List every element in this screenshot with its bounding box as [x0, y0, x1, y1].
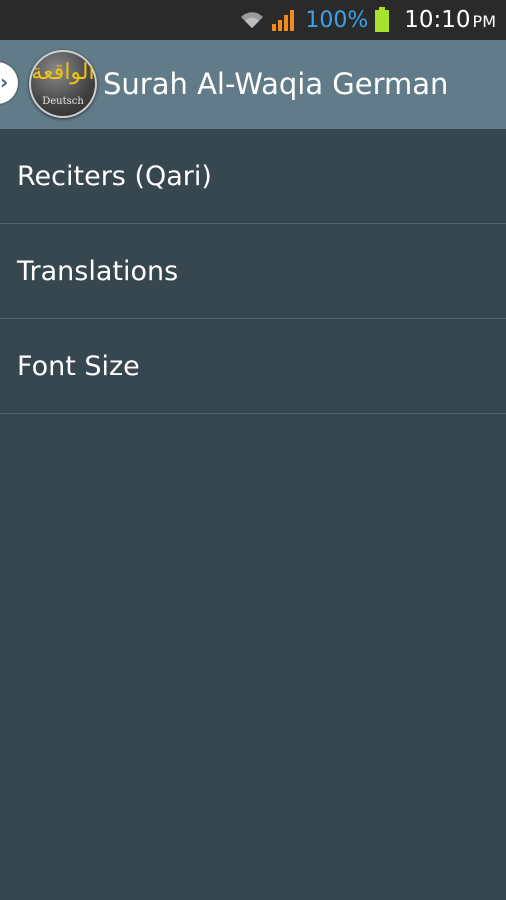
- logo-arabic-text: الواقعة: [31, 60, 95, 85]
- status-bar: 100% 10:10 PM: [0, 0, 506, 40]
- menu-item-label: Font Size: [17, 350, 140, 382]
- menu-item-label: Reciters (Qari): [17, 160, 212, 192]
- menu-item-label: Translations: [17, 255, 179, 287]
- app-logo[interactable]: الواقعة Deutsch: [29, 50, 97, 118]
- wifi-icon: [239, 10, 265, 30]
- clock-time: 10:10: [404, 7, 471, 33]
- menu-list: Reciters (Qari) Translations Font Size: [0, 129, 506, 414]
- menu-item-font-size[interactable]: Font Size: [0, 319, 506, 414]
- drawer-toggle-button[interactable]: ›: [0, 62, 18, 104]
- menu-item-translations[interactable]: Translations: [0, 224, 506, 319]
- menu-item-reciters[interactable]: Reciters (Qari): [0, 129, 506, 224]
- battery-icon: [374, 7, 390, 33]
- action-bar: › الواقعة Deutsch Surah Al-Waqia German: [0, 40, 506, 129]
- battery-percent: 100%: [305, 7, 369, 33]
- status-icons: 100% 10:10 PM: [239, 0, 496, 40]
- signal-icon: [271, 9, 297, 31]
- chevron-right-icon: ›: [0, 70, 9, 94]
- clock: 10:10 PM: [404, 7, 496, 33]
- clock-ampm: PM: [472, 12, 496, 31]
- logo-subtitle: Deutsch: [42, 96, 84, 107]
- app-title: Surah Al-Waqia German: [103, 67, 449, 101]
